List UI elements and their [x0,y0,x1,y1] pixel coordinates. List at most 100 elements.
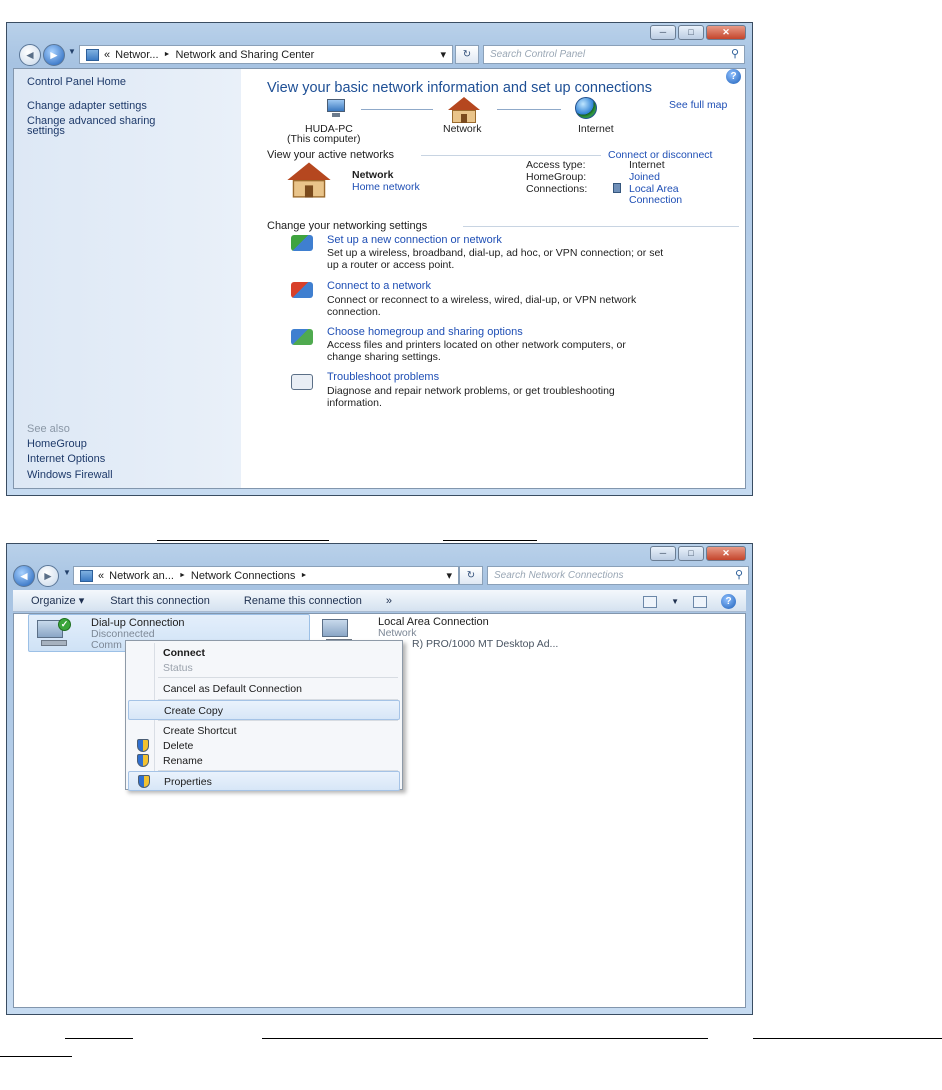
connections-label: Connections: [526,183,588,195]
minimize-button[interactable]: ─ [650,25,676,40]
search-icon[interactable]: ⚲ [731,46,739,63]
breadcrumb-overflow[interactable]: « [98,570,104,582]
address-row: ◄ ► ▼ « Network an... ► Network Connecti… [13,564,749,588]
breadcrumb-sharing-center[interactable]: Network and Sharing Center [175,49,314,61]
internet-globe-icon [575,97,597,119]
context-menu: Connect Status Cancel as Default Connect… [125,640,403,791]
page-title: View your basic network information and … [267,80,653,96]
preview-pane-icon[interactable] [693,595,707,608]
connect-to-network-link[interactable]: Connect to a network [327,280,431,292]
help-button[interactable]: ? [726,69,741,84]
back-button[interactable]: ◄ [13,565,35,587]
close-button[interactable]: ✕ [706,546,746,561]
forward-button[interactable]: ► [43,44,65,66]
underline-decoration [262,1038,708,1039]
more-commands-button[interactable]: » [386,595,392,607]
address-dropdown[interactable]: ▾ [446,569,452,582]
map-connector [361,109,433,110]
breadcrumb-network-and-sharing[interactable]: Network an... [109,570,174,582]
homegroup-sharing-icon [291,329,313,345]
menu-item-cancel-default[interactable]: Cancel as Default Connection [128,679,400,699]
local-area-connection-link-cont[interactable]: Connection [629,194,682,206]
connection-status: Network [378,627,417,639]
search-icon[interactable]: ⚲ [735,567,743,584]
breadcrumb-network[interactable]: Networ... [115,49,158,61]
networking-settings-heading: Change your networking settings [267,220,428,232]
view-options-dropdown[interactable]: ▼ [671,597,679,606]
help-button[interactable]: ? [721,594,736,609]
troubleshoot-icon [291,374,313,390]
underline-decoration [0,1056,72,1057]
address-bar[interactable]: « Network an... ► Network Connections ► … [73,566,459,585]
change-view-icon[interactable] [643,595,658,608]
active-networks-heading: View your active networks [267,149,394,161]
homegroup-sharing-desc: Access files and printers located on oth… [327,339,626,363]
uac-shield-icon [138,775,150,788]
homegroup-sharing-link[interactable]: Choose homegroup and sharing options [327,326,523,338]
change-adapter-settings-link[interactable]: Change adapter settings [27,101,147,112]
search-placeholder: Search Network Connections [494,570,624,581]
change-advanced-sharing-link-cont[interactable]: settings [27,126,65,137]
content-area: ✓ Dial-up Connection Disconnected Comm L… [13,613,746,1008]
breadcrumb-separator[interactable]: ► [179,572,186,579]
address-bar[interactable]: « Networ... ► Network and Sharing Center… [79,45,453,64]
maximize-button[interactable]: □ [678,25,704,40]
main-pane: ? View your basic network information an… [241,69,745,488]
home-network-link[interactable]: Home network [352,181,420,193]
breadcrumb-network-connections[interactable]: Network Connections [191,570,296,582]
breadcrumb-separator[interactable]: ► [164,51,171,58]
homegroup-joined-link[interactable]: Joined [629,171,660,183]
menu-item-status[interactable]: Status [128,658,400,678]
address-row: ◄ ► ▼ « Networ... ► Network and Sharing … [13,43,746,67]
control-panel-icon [86,48,99,61]
map-connector [497,109,561,110]
refresh-button[interactable]: ↻ [455,45,479,64]
internet-options-link[interactable]: Internet Options [27,454,105,465]
windows-firewall-link[interactable]: Windows Firewall [27,470,113,481]
search-input[interactable]: Search Control Panel ⚲ [483,45,745,64]
breadcrumb-separator[interactable]: ► [300,572,307,579]
setup-connection-link[interactable]: Set up a new connection or network [327,234,502,246]
underline-decoration [157,540,329,541]
forward-button[interactable]: ► [37,565,59,587]
underline-decoration [753,1038,942,1039]
recent-pages-dropdown[interactable]: ▼ [68,47,76,56]
start-connection-button[interactable]: Start this connection [110,595,210,607]
see-also-heading: See also [27,423,70,435]
dialup-connection-icon: ✓ [35,618,71,648]
address-dropdown[interactable]: ▾ [440,48,446,61]
rename-connection-button[interactable]: Rename this connection [244,595,362,607]
setup-connection-desc: Set up a wireless, broadband, dial-up, a… [327,247,664,271]
menu-item-rename[interactable]: Rename [128,751,400,771]
breadcrumb-overflow[interactable]: « [104,49,110,61]
search-input[interactable]: Search Network Connections ⚲ [487,566,749,585]
home-network-icon [287,162,331,198]
back-button[interactable]: ◄ [19,44,41,66]
connect-network-icon [291,282,313,298]
refresh-button[interactable]: ↻ [459,566,483,585]
menu-item-properties[interactable]: Properties [128,771,400,791]
content-area: Control Panel Home Change adapter settin… [13,68,746,489]
title-bar[interactable]: ─ □ ✕ [7,544,752,562]
minimize-button[interactable]: ─ [650,546,676,561]
access-type-label: Access type: [526,159,586,171]
computer-icon [323,99,349,119]
menu-item-create-copy[interactable]: Create Copy [128,700,400,720]
section-divider [463,226,739,227]
underline-decoration [65,1038,133,1039]
section-divider [421,155,601,156]
homegroup-link[interactable]: HomeGroup [27,439,87,450]
see-full-map-link[interactable]: See full map [669,99,727,111]
connection-plug-icon [613,183,621,193]
network-map-label: Network [443,123,482,135]
organize-menu[interactable]: Organize ▾ [31,594,84,607]
title-bar[interactable]: ─ □ ✕ [7,23,752,41]
control-panel-home-link[interactable]: Control Panel Home [27,77,126,88]
close-button[interactable]: ✕ [706,25,746,40]
recent-pages-dropdown[interactable]: ▼ [63,568,71,577]
left-navigation-pane: Control Panel Home Change adapter settin… [14,69,241,488]
troubleshoot-link[interactable]: Troubleshoot problems [327,371,439,383]
network-connections-window: ─ □ ✕ ◄ ► ▼ « Network an... ► Network Co… [6,543,753,1015]
maximize-button[interactable]: □ [678,546,704,561]
troubleshoot-desc: Diagnose and repair network problems, or… [327,385,615,409]
